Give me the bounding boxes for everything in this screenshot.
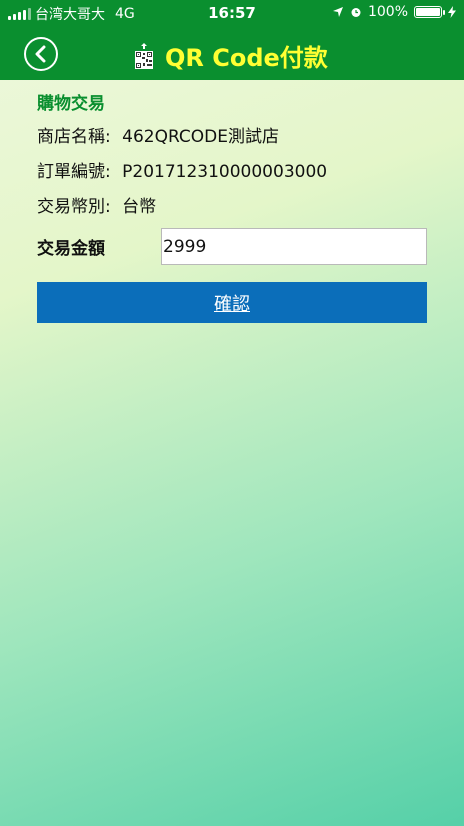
- currency-label: 交易幣別:: [37, 197, 111, 217]
- location-arrow-icon: [332, 7, 343, 17]
- chevron-left-icon: [35, 45, 46, 63]
- nav-bar: QR Code付款: [0, 25, 464, 80]
- store-name-row: 商店名稱: 462QRCODE測試店: [37, 122, 279, 147]
- qr-code-icon: [133, 42, 155, 69]
- charging-bolt-icon: [448, 6, 456, 18]
- order-number-label: 訂單編號:: [37, 162, 111, 182]
- store-name-label: 商店名稱:: [37, 127, 111, 147]
- status-bar: 台湾大哥大 4G 16:57 100%: [0, 0, 464, 25]
- order-number-value: P201712310000003000: [122, 162, 328, 182]
- amount-input[interactable]: [161, 228, 427, 265]
- order-number-row: 訂單編號: P201712310000003000: [37, 157, 327, 182]
- currency-row: 交易幣別: 台幣: [37, 192, 156, 217]
- back-button[interactable]: [24, 37, 58, 71]
- page-title-group: QR Code付款: [133, 38, 328, 73]
- alarm-icon: [351, 8, 361, 17]
- section-title: 購物交易: [37, 94, 105, 114]
- store-name-value: 462QRCODE測試店: [122, 127, 280, 147]
- currency-value: 台幣: [122, 197, 157, 217]
- battery-icon: [414, 6, 445, 18]
- battery-percent: 100%: [367, 4, 408, 20]
- amount-label: 交易金額: [37, 239, 105, 259]
- confirm-button[interactable]: 確認: [37, 282, 427, 323]
- page-title: QR Code付款: [165, 44, 328, 72]
- status-right: 100%: [332, 4, 456, 20]
